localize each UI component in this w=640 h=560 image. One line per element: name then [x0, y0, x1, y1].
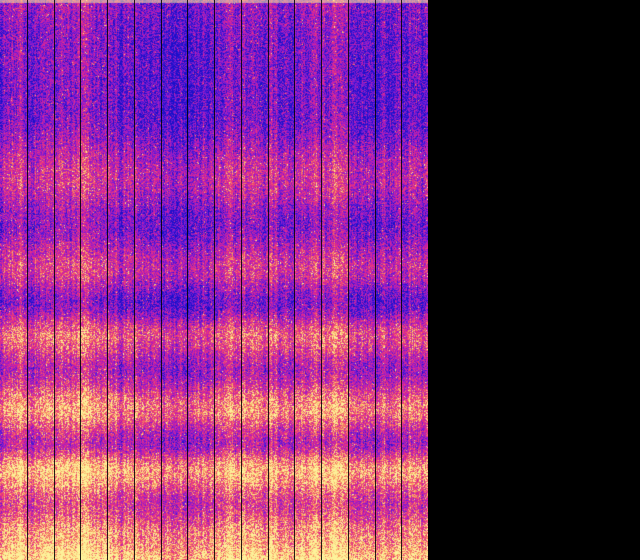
spectrogram-image [0, 0, 428, 560]
empty-black-panel [428, 0, 640, 560]
spectrogram-viewer [0, 0, 640, 560]
spectrogram-panel [0, 0, 428, 560]
